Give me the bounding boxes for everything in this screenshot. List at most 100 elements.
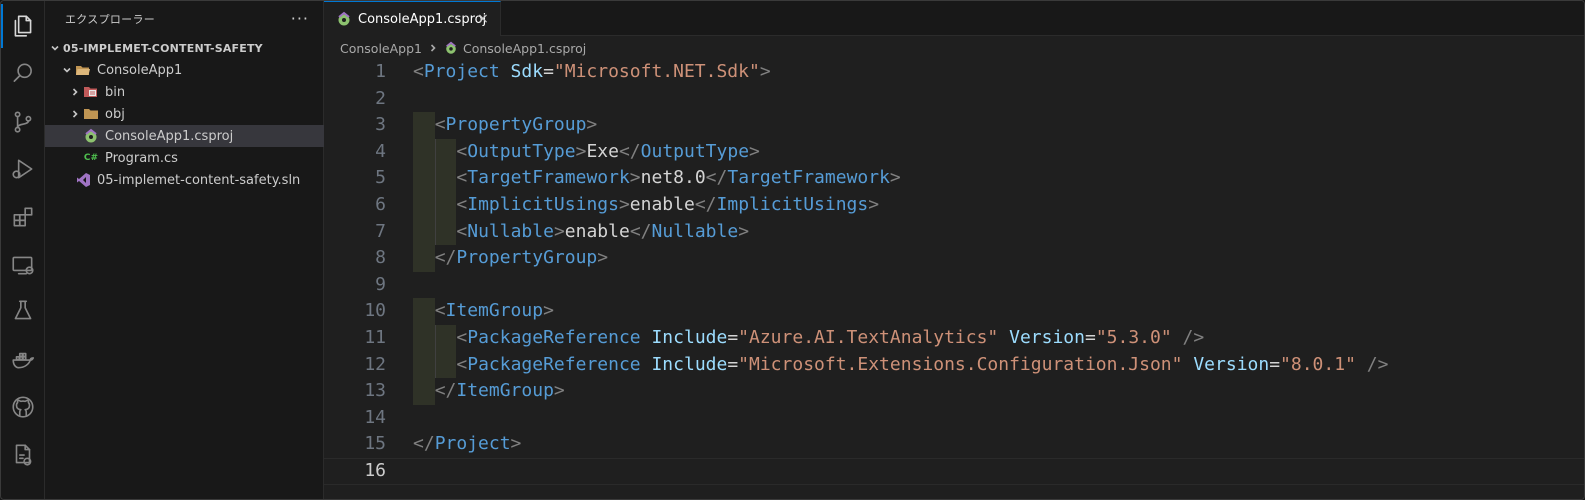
code-token: <: [456, 220, 468, 242]
explorer-icon[interactable]: [1, 4, 45, 48]
code-line[interactable]: 3 <PropertyGroup>: [324, 112, 1584, 139]
code-line[interactable]: 10 <ItemGroup>: [324, 298, 1584, 325]
code-line[interactable]: 16: [324, 458, 1584, 485]
code-token: </: [629, 220, 652, 242]
code-line[interactable]: 9: [324, 272, 1584, 299]
code-token: <: [434, 300, 446, 322]
code-line[interactable]: 14: [324, 405, 1584, 432]
line-number: 3: [375, 114, 386, 136]
code-token: <: [456, 167, 468, 189]
code-line[interactable]: 13 </ItemGroup>: [324, 378, 1584, 405]
extensions-icon[interactable]: [1, 195, 45, 239]
code-token: ItemGroup: [456, 380, 554, 402]
code-token: >: [868, 194, 880, 215]
code-line[interactable]: 6 <ImplicitUsings>enable</ImplicitUsings>: [324, 192, 1584, 219]
code-token: =: [1269, 353, 1281, 375]
tree-item-label: ConsoleApp1.csproj: [105, 128, 234, 144]
code-line[interactable]: 1 <Project Sdk="Microsoft.NET.Sdk">: [324, 59, 1584, 86]
code-line[interactable]: 2: [324, 86, 1584, 113]
line-number: 6: [375, 194, 386, 215]
code-token: OutputType: [640, 140, 750, 162]
tree-item-label: ConsoleApp1: [97, 62, 183, 78]
code-token: OutputType: [467, 140, 576, 162]
code-line[interactable]: 8 </PropertyGroup>: [324, 245, 1584, 272]
indent-line: [434, 138, 436, 246]
code-token: />: [1182, 327, 1205, 348]
tree-item-consoleapp1-csproj[interactable]: ConsoleApp1.csproj: [45, 125, 324, 147]
tab-bar: ConsoleApp1.csproj ×: [324, 1, 1584, 36]
line-number: 12: [364, 353, 386, 375]
tree-root-folder[interactable]: 05-IMPLEMET-CONTENT-SAFETY: [45, 37, 324, 59]
line-number: 1: [375, 61, 386, 82]
code-token: "Microsoft.Extensions.Configuration.Json…: [738, 353, 1183, 375]
tree-item-label: bin: [105, 84, 126, 100]
folder-open-icon: [75, 62, 91, 78]
code-token: Nullable: [651, 220, 739, 242]
code-line[interactable]: 12 <PackageReference Include="Microsoft.E…: [324, 352, 1584, 379]
breadcrumb-file[interactable]: ConsoleApp1.csproj: [463, 41, 586, 56]
line-text: <PackageReference Include="Azure.AI.Text…: [456, 325, 1204, 352]
code-token: PropertyGroup: [445, 114, 587, 136]
github-icon[interactable]: [1, 385, 45, 429]
line-number: 11: [364, 327, 386, 348]
editor-group: ConsoleApp1.csproj × ConsoleApp1 Console…: [324, 1, 1584, 499]
code-token: Version: [1009, 327, 1085, 348]
code-token: >: [597, 247, 609, 269]
tree-item-program-cs[interactable]: C# Program.cs: [45, 147, 324, 169]
code-token: =: [727, 327, 739, 348]
run-debug-icon[interactable]: [1, 147, 45, 191]
tab-label: ConsoleApp1.csproj: [358, 11, 487, 27]
code-token: PackageReference: [467, 327, 641, 348]
remote-explorer-icon[interactable]: [1, 243, 45, 287]
code-token: Exe: [586, 140, 619, 162]
code-token: Nullable: [467, 220, 554, 242]
indent-line: [434, 325, 436, 379]
code-token: >: [553, 380, 565, 402]
tree-item-consoleapp1[interactable]: ConsoleApp1: [45, 59, 324, 81]
code-line[interactable]: 11 <PackageReference Include="Azure.AI.Te…: [324, 325, 1584, 352]
code-line[interactable]: 7 <Nullable>enable</Nullable>: [324, 219, 1584, 246]
tree-item-bin[interactable]: bin: [45, 81, 324, 103]
code-token: PackageReference: [467, 353, 641, 375]
line-text: <Project Sdk="Microsoft.NET.Sdk">: [413, 59, 771, 86]
code-editor[interactable]: 1 <Project Sdk="Microsoft.NET.Sdk"> 2 3 <Pro…: [324, 59, 1584, 499]
csproj-icon: [336, 11, 352, 27]
line-text: </PropertyGroup>: [435, 245, 608, 272]
breadcrumb-folder[interactable]: ConsoleApp1: [340, 41, 422, 56]
tab-consoleapp1-csproj[interactable]: ConsoleApp1.csproj ×: [324, 1, 501, 36]
line-text: <ItemGroup>: [435, 298, 554, 325]
more-actions-icon[interactable]: ···: [291, 9, 309, 29]
close-icon[interactable]: ×: [474, 10, 492, 28]
line-number: 2: [375, 87, 386, 109]
tree-item-solution[interactable]: 05-implemet-content-safety.sln: [45, 169, 324, 191]
testing-icon[interactable]: [1, 289, 45, 333]
code-token: ItemGroup: [445, 300, 544, 322]
code-token: "5.3.0": [1095, 327, 1172, 348]
line-number: 9: [375, 273, 386, 295]
line-text: <ImplicitUsings>enable</ImplicitUsings>: [456, 192, 879, 219]
code-line[interactable]: 15 </Project>: [324, 431, 1584, 458]
code-token: enable: [564, 220, 630, 242]
line-text: <Nullable>enable</Nullable>: [456, 219, 749, 246]
code-token: </: [705, 167, 728, 189]
code-token: TargetFramework: [467, 167, 630, 189]
solution-explorer-icon[interactable]: [1, 433, 45, 477]
source-control-icon[interactable]: [1, 100, 45, 144]
search-icon[interactable]: [1, 51, 45, 95]
code-token: >: [738, 220, 750, 242]
tree-item-label: Program.cs: [105, 150, 178, 166]
code-line[interactable]: 4 <OutputType>Exe</OutputType>: [324, 139, 1584, 166]
docker-icon[interactable]: [1, 337, 45, 381]
code-token: PropertyGroup: [456, 247, 598, 269]
code-token: >: [543, 300, 554, 322]
code-line[interactable]: 5 <TargetFramework>net8.0</TargetFramewor…: [324, 165, 1584, 192]
code-token: <: [456, 140, 468, 162]
line-number: 13: [364, 380, 386, 402]
tree-item-label: obj: [105, 106, 125, 122]
tree-item-obj[interactable]: obj: [45, 103, 324, 125]
chevron-right-icon: [67, 84, 83, 100]
code-token: Include: [651, 327, 728, 348]
